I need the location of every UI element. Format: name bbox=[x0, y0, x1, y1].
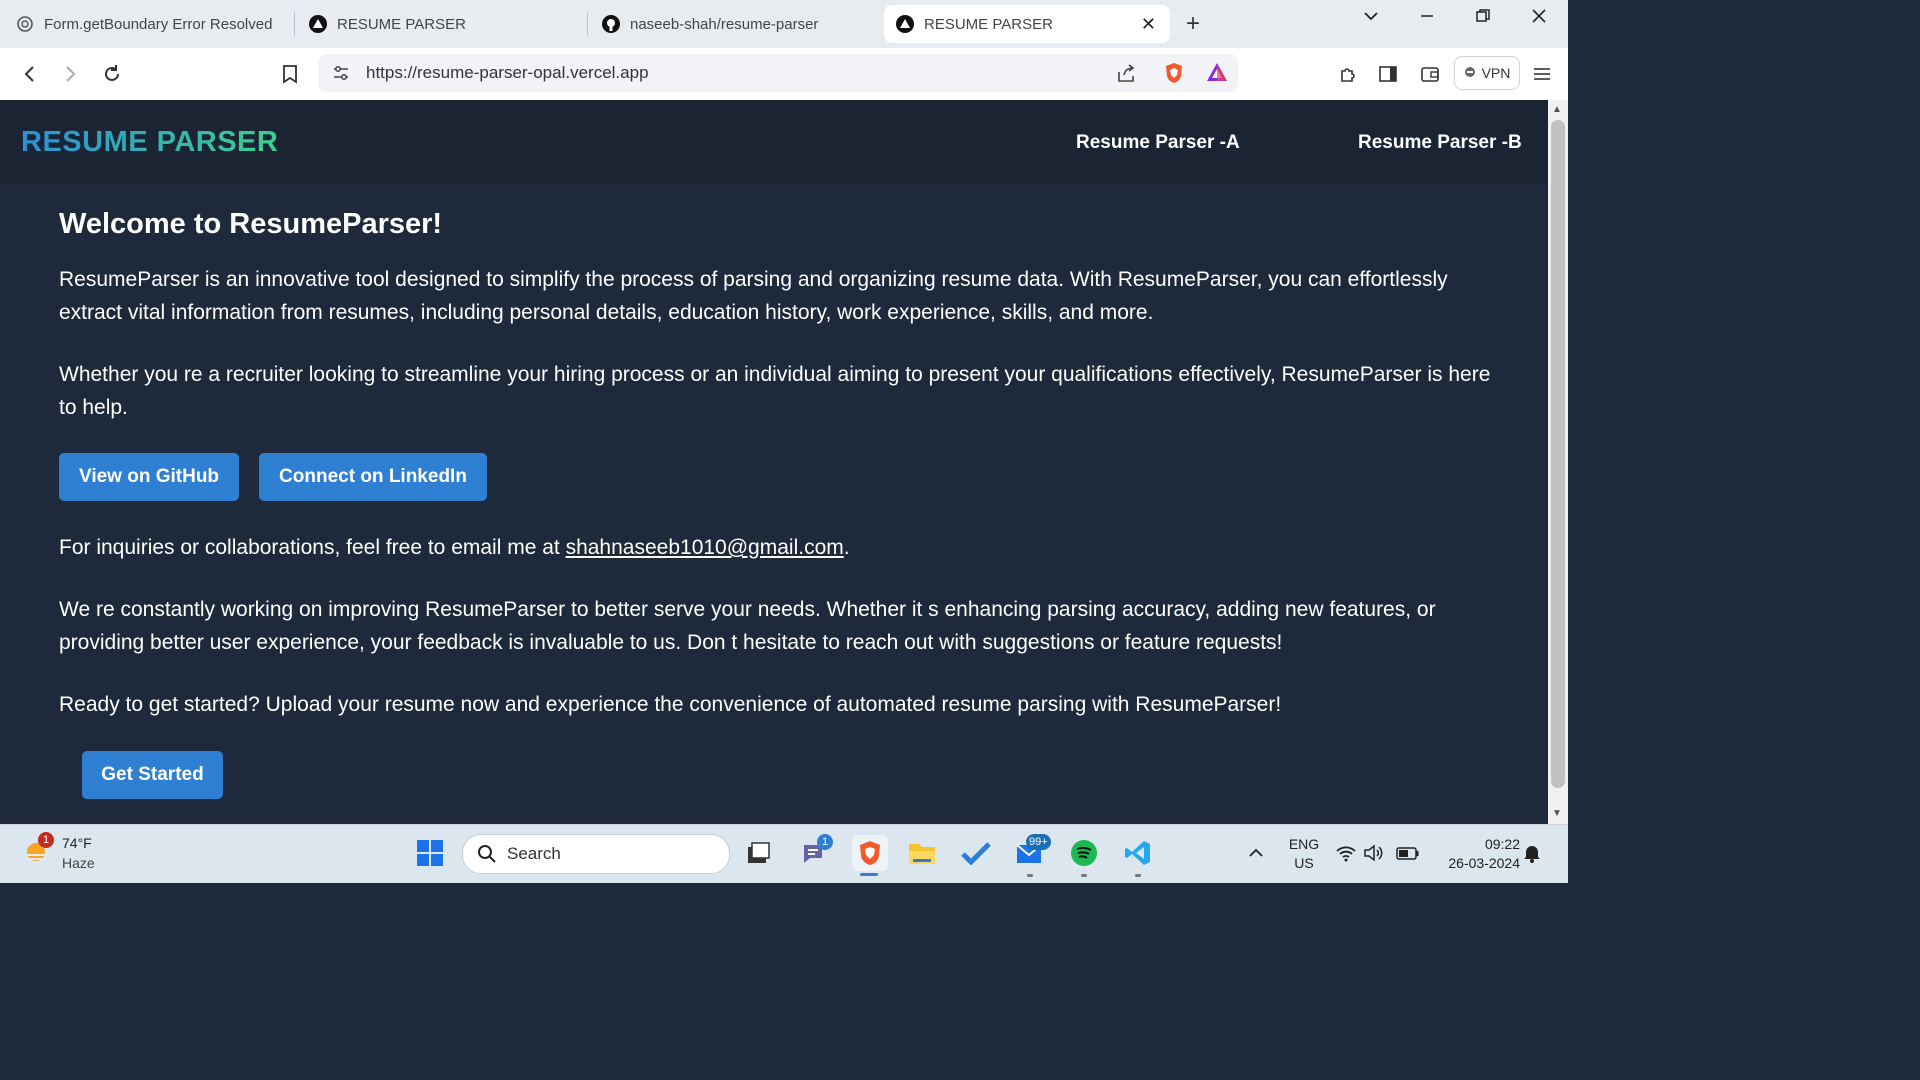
close-window-icon[interactable] bbox=[1524, 8, 1554, 29]
active-app-indicator bbox=[860, 873, 878, 876]
tab-search-chevron-icon[interactable] bbox=[1356, 8, 1386, 29]
nav-link-resume-parser-b[interactable]: Resume Parser -B bbox=[1358, 132, 1522, 154]
search-icon bbox=[477, 844, 497, 869]
web-page: RESUME PARSER Resume Parser -A Resume Pa… bbox=[0, 100, 1548, 824]
show-hidden-icons-chevron-icon[interactable] bbox=[1240, 837, 1272, 869]
wifi-icon[interactable] bbox=[1334, 837, 1358, 869]
main-content: Welcome to ResumeParser! ResumeParser is… bbox=[59, 208, 1509, 750]
region-indicator[interactable]: US bbox=[1284, 855, 1324, 871]
brave-rewards-icon[interactable] bbox=[1206, 62, 1228, 87]
taskbar-search[interactable]: Search bbox=[462, 834, 730, 874]
todo-icon[interactable] bbox=[960, 837, 992, 869]
share-icon[interactable] bbox=[1116, 63, 1136, 88]
audience-paragraph: Whether you re a recruiter looking to st… bbox=[59, 363, 1491, 419]
weather-condition[interactable]: Haze bbox=[62, 855, 95, 871]
vercel-icon bbox=[309, 15, 327, 33]
wallet-icon[interactable] bbox=[1418, 62, 1442, 86]
site-brand[interactable]: RESUME PARSER bbox=[21, 126, 278, 159]
browser-tab-strip: Form.getBoundary Error Resolved RESUME P… bbox=[0, 0, 1568, 48]
address-bar[interactable]: https://resume-parser-opal.vercel.app bbox=[318, 54, 1238, 92]
app-running-indicator bbox=[1135, 874, 1141, 877]
windows-start-icon[interactable] bbox=[414, 837, 446, 869]
site-settings-icon[interactable] bbox=[332, 64, 350, 87]
tab-divider bbox=[294, 12, 295, 36]
nav-link-resume-parser-a[interactable]: Resume Parser -A bbox=[1076, 132, 1240, 154]
tab-resume-parser-active[interactable]: RESUME PARSER ✕ bbox=[884, 5, 1170, 43]
intro-paragraph: ResumeParser is an innovative tool desig… bbox=[59, 268, 1448, 324]
volume-icon[interactable] bbox=[1362, 837, 1386, 869]
tab-title: RESUME PARSER bbox=[337, 15, 466, 33]
vscode-icon[interactable] bbox=[1122, 837, 1154, 869]
file-explorer-icon[interactable] bbox=[906, 837, 938, 869]
restore-icon[interactable] bbox=[1468, 8, 1498, 29]
improving-paragraph: We re constantly working on improving Re… bbox=[59, 598, 1436, 654]
task-view-icon[interactable] bbox=[742, 837, 774, 869]
back-icon[interactable] bbox=[18, 62, 42, 86]
search-label: Search bbox=[507, 844, 561, 863]
tab-resume-parser-1[interactable]: RESUME PARSER bbox=[309, 5, 579, 43]
vercel-icon bbox=[896, 15, 914, 33]
reload-icon[interactable] bbox=[100, 62, 124, 86]
tab-github-repo[interactable]: naseeb-shah/resume-parser bbox=[602, 5, 872, 43]
app-running-indicator bbox=[1081, 874, 1087, 877]
tab-form-getboundary[interactable]: Form.getBoundary Error Resolved bbox=[16, 5, 286, 43]
windows-taskbar: 1 74°F Haze Search 1 99+ ENG US 09:22 26… bbox=[0, 824, 1568, 883]
social-buttons: View on GitHub Connect on LinkedIn bbox=[59, 453, 1509, 501]
new-tab-button[interactable]: + bbox=[1186, 10, 1200, 38]
battery-icon[interactable] bbox=[1394, 837, 1422, 869]
scroll-up-arrow-icon[interactable]: ▲ bbox=[1552, 104, 1562, 115]
minimize-icon[interactable] bbox=[1412, 8, 1442, 29]
inquiry-suffix: . bbox=[843, 536, 850, 559]
close-tab-icon[interactable]: ✕ bbox=[1141, 14, 1156, 35]
menu-icon[interactable] bbox=[1530, 62, 1554, 86]
weather-temperature[interactable]: 74°F bbox=[62, 835, 92, 851]
email-link[interactable]: shahnaseeb1010@gmail.com bbox=[566, 536, 844, 559]
vpn-button[interactable]: VPN bbox=[1454, 56, 1520, 90]
page-title: Welcome to ResumeParser! bbox=[59, 208, 443, 240]
mail-badge: 99+ bbox=[1026, 834, 1051, 850]
app-running-indicator bbox=[1027, 874, 1033, 877]
page-scrollbar[interactable]: ▲ ▼ bbox=[1548, 100, 1568, 824]
teams-badge: 1 bbox=[817, 834, 833, 850]
url-text[interactable]: https://resume-parser-opal.vercel.app bbox=[366, 63, 649, 83]
sidebar-icon[interactable] bbox=[1376, 62, 1400, 86]
bookmark-icon[interactable] bbox=[278, 62, 302, 86]
vpn-label: VPN bbox=[1481, 65, 1511, 81]
clock-date[interactable]: 26-03-2024 bbox=[1430, 855, 1520, 871]
scroll-down-arrow-icon[interactable]: ▼ bbox=[1552, 808, 1562, 819]
forward-icon[interactable] bbox=[58, 62, 82, 86]
inquiry-paragraph: For inquiries or collaborations, feel fr… bbox=[59, 531, 1509, 564]
vpn-status-icon bbox=[1464, 65, 1476, 81]
tab-title: RESUME PARSER bbox=[924, 15, 1053, 33]
weather-badge: 1 bbox=[38, 832, 54, 848]
notification-bell-icon[interactable] bbox=[1520, 837, 1544, 869]
github-icon bbox=[602, 15, 620, 33]
tab-title: naseeb-shah/resume-parser bbox=[630, 15, 819, 33]
linkedin-button[interactable]: Connect on LinkedIn bbox=[259, 453, 487, 501]
language-indicator[interactable]: ENG bbox=[1284, 836, 1324, 852]
github-button[interactable]: View on GitHub bbox=[59, 453, 240, 501]
clock-time[interactable]: 09:22 bbox=[1434, 836, 1520, 852]
extensions-icon[interactable] bbox=[1336, 62, 1360, 86]
tab-title: Form.getBoundary Error Resolved bbox=[44, 15, 273, 33]
brave-browser-icon[interactable] bbox=[852, 835, 888, 871]
brave-shields-icon[interactable] bbox=[1164, 62, 1184, 89]
scroll-thumb[interactable] bbox=[1551, 120, 1565, 788]
site-navbar: RESUME PARSER Resume Parser -A Resume Pa… bbox=[0, 100, 1548, 183]
tab-divider bbox=[587, 12, 588, 36]
chatgpt-icon bbox=[16, 15, 34, 33]
inquiry-text: For inquiries or collaborations, feel fr… bbox=[59, 536, 566, 559]
ready-paragraph: Ready to get started? Upload your resume… bbox=[59, 693, 1282, 716]
get-started-button[interactable]: Get Started bbox=[82, 751, 223, 799]
browser-toolbar: https://resume-parser-opal.vercel.app VP… bbox=[0, 48, 1568, 101]
spotify-icon[interactable] bbox=[1068, 837, 1100, 869]
